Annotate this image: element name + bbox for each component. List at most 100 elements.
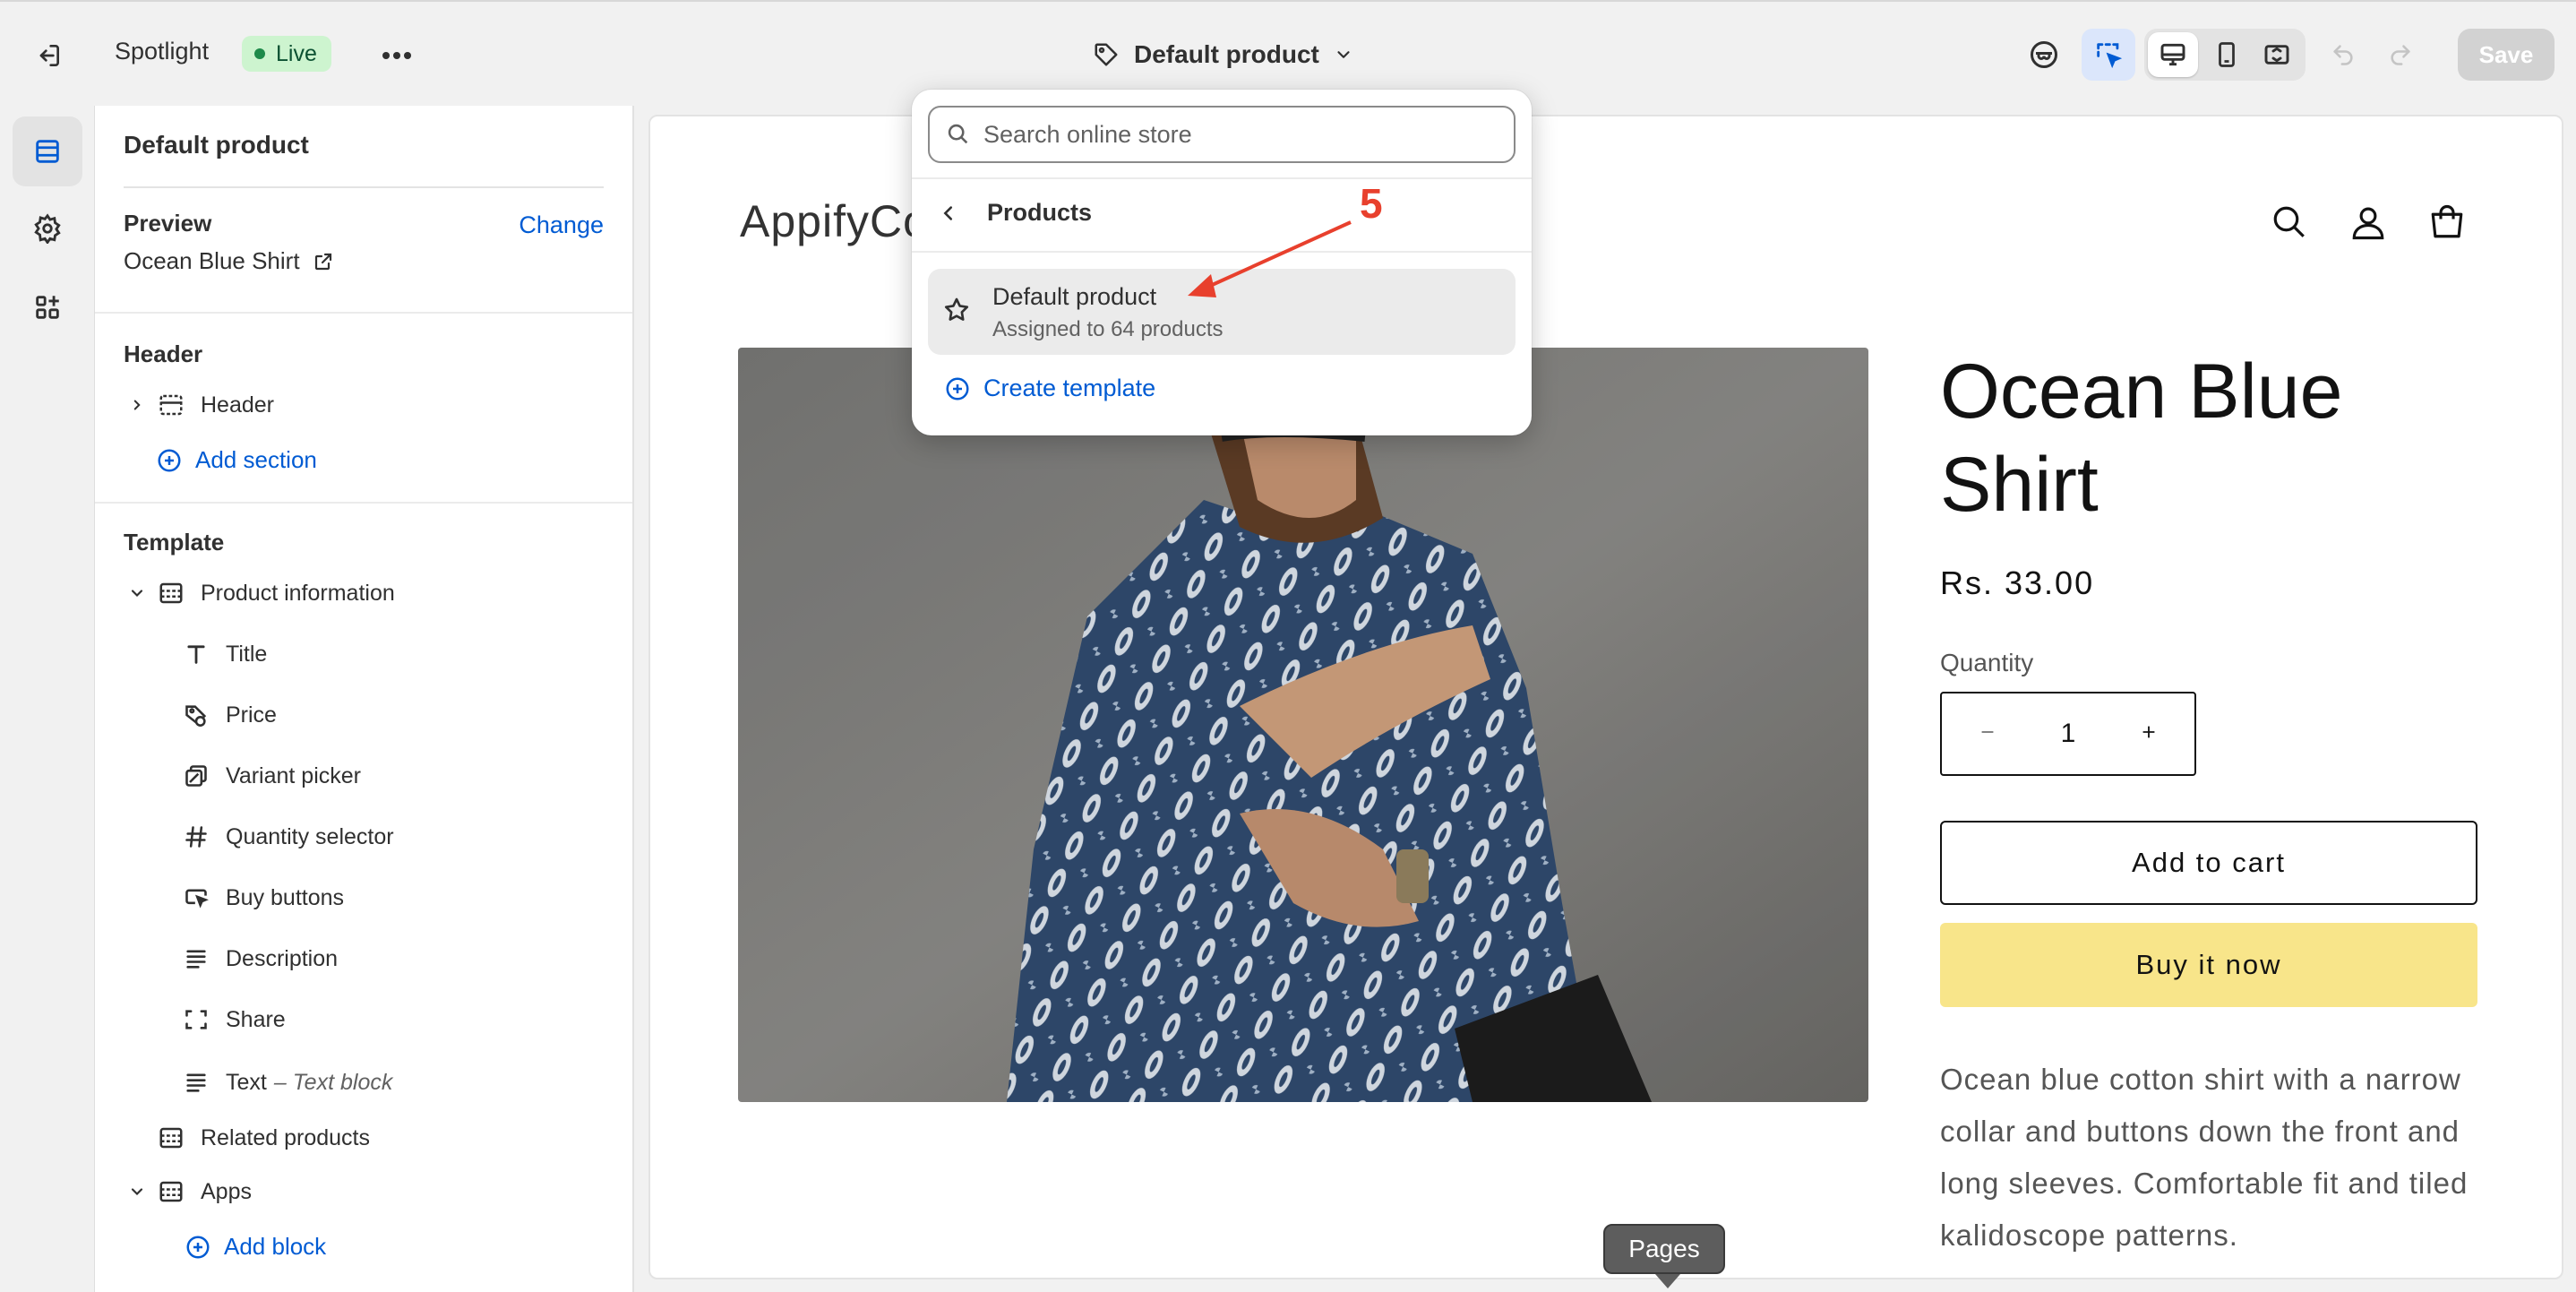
add-to-cart-button[interactable]: Add to cart bbox=[1940, 821, 2477, 905]
buy-now-button[interactable]: Buy it now bbox=[1940, 923, 2477, 1007]
pages-tooltip: Pages bbox=[1603, 1224, 1725, 1288]
sidebar-item-label: Header bbox=[201, 392, 274, 418]
create-template-label: Create template bbox=[983, 375, 1156, 401]
template-group-label: Template bbox=[124, 529, 225, 556]
more-actions-icon[interactable] bbox=[376, 36, 417, 75]
back-to-products-button[interactable]: Products bbox=[939, 199, 1092, 227]
sidebar-title: Default product bbox=[124, 131, 309, 159]
chevron-left-icon bbox=[943, 205, 953, 220]
block-item-price[interactable]: Price bbox=[181, 695, 277, 735]
sidebar-item-product-information[interactable]: Product information bbox=[125, 573, 395, 613]
chevron-down-icon[interactable] bbox=[125, 584, 149, 602]
section-icon bbox=[156, 578, 186, 608]
back-label: Products bbox=[987, 199, 1093, 226]
text-lines-icon bbox=[181, 943, 211, 974]
preview-change-link[interactable]: Change bbox=[519, 211, 604, 239]
chevron-right-icon[interactable] bbox=[125, 397, 149, 413]
block-item-label: Description bbox=[226, 945, 339, 971]
select-element-icon[interactable] bbox=[2082, 29, 2135, 81]
star-icon bbox=[942, 296, 971, 329]
block-item-text[interactable]: Text – Text block bbox=[181, 1063, 392, 1102]
live-badge: Live bbox=[242, 36, 331, 72]
block-item-title[interactable]: Title bbox=[181, 634, 267, 674]
store-logo[interactable]: AppifyCo bbox=[740, 195, 929, 247]
sections-icon[interactable] bbox=[13, 116, 82, 186]
undo-icon[interactable] bbox=[2316, 29, 2370, 81]
variant-icon bbox=[181, 761, 211, 791]
template-option-title: Default product bbox=[992, 283, 1157, 310]
cursor-button-icon bbox=[181, 883, 211, 913]
quantity-stepper: 1 bbox=[1940, 692, 2196, 776]
mobile-view-icon[interactable] bbox=[2200, 29, 2254, 81]
header-group-label: Header bbox=[124, 340, 203, 367]
divider bbox=[95, 312, 632, 314]
block-item-sublabel: – Text block bbox=[273, 1069, 393, 1095]
share-frame-icon bbox=[181, 1004, 211, 1035]
cart-icon[interactable] bbox=[2424, 199, 2470, 245]
quantity-input[interactable]: 1 bbox=[2061, 719, 2076, 749]
sidebar-item-apps[interactable]: Apps bbox=[125, 1172, 252, 1211]
add-section-button[interactable]: Add section bbox=[156, 446, 317, 474]
minus-icon[interactable] bbox=[1978, 719, 1997, 749]
quantity-label: Quantity bbox=[1940, 649, 2034, 676]
template-selector-button[interactable]: Default product bbox=[1093, 34, 1353, 75]
plus-circle-icon bbox=[186, 1236, 210, 1258]
tag-icon bbox=[1095, 43, 1118, 66]
product-image[interactable] bbox=[738, 348, 1868, 1102]
search-field[interactable]: Search online store bbox=[928, 106, 1516, 163]
preview-product-link[interactable]: Ocean Blue Shirt bbox=[124, 247, 334, 275]
block-item-buy-buttons[interactable]: Buy buttons bbox=[181, 878, 344, 917]
account-icon[interactable] bbox=[2345, 199, 2391, 245]
section-icon bbox=[156, 1123, 186, 1153]
create-template-button[interactable]: Create template bbox=[944, 375, 1155, 402]
plus-circle-icon bbox=[158, 449, 181, 471]
divider bbox=[912, 177, 1532, 179]
text-lines-icon bbox=[181, 1067, 211, 1098]
theme-settings-icon[interactable] bbox=[13, 194, 82, 263]
plus-circle-icon bbox=[946, 377, 969, 400]
template-option-subtitle: Assigned to 64 products bbox=[992, 317, 1224, 341]
fullscreen-view-icon[interactable] bbox=[2250, 29, 2304, 81]
annotation-arrow-icon bbox=[1188, 220, 1352, 297]
block-item-variant-picker[interactable]: Variant picker bbox=[181, 756, 361, 796]
preview-label: Preview bbox=[124, 210, 212, 237]
plus-icon[interactable] bbox=[2139, 719, 2159, 749]
text-t-icon bbox=[181, 639, 211, 669]
external-link-icon bbox=[314, 253, 331, 270]
product-title: Ocean Blue Shirt bbox=[1940, 349, 2343, 528]
block-item-label: Variant picker bbox=[226, 762, 361, 788]
add-block-button[interactable]: Add block bbox=[185, 1233, 326, 1261]
product-description: Ocean blue cotton shirt with a narrow co… bbox=[1940, 1063, 2469, 1252]
block-item-label: Text bbox=[226, 1069, 267, 1095]
section-icon bbox=[156, 390, 186, 420]
block-item-label: Title bbox=[226, 641, 268, 667]
block-item-description[interactable]: Description bbox=[181, 939, 338, 978]
editor-sidebar: Default product Preview Change Ocean Blu… bbox=[95, 106, 634, 1292]
sidebar-item-related-products[interactable]: Related products bbox=[156, 1118, 370, 1158]
search-icon bbox=[948, 124, 968, 144]
sidebar-item-label: Product information bbox=[201, 580, 395, 606]
left-rail bbox=[0, 106, 95, 1292]
block-item-quantity-selector[interactable]: Quantity selector bbox=[181, 817, 394, 857]
block-item-label: Price bbox=[226, 702, 277, 728]
sidebar-item-header[interactable]: Header bbox=[125, 385, 274, 425]
add-block-label: Add block bbox=[224, 1233, 327, 1260]
price-tag-icon bbox=[181, 700, 211, 730]
template-selector-label: Default product bbox=[1134, 40, 1319, 68]
block-item-share[interactable]: Share bbox=[181, 1000, 286, 1039]
accessibility-icon[interactable] bbox=[2017, 29, 2071, 81]
block-item-label: Buy buttons bbox=[226, 884, 345, 910]
exit-icon[interactable] bbox=[29, 36, 68, 75]
chevron-down-icon[interactable] bbox=[125, 1183, 149, 1201]
redo-icon[interactable] bbox=[2374, 29, 2427, 81]
hash-icon bbox=[181, 822, 211, 852]
sidebar-item-label: Apps bbox=[201, 1178, 252, 1204]
save-button[interactable]: Save bbox=[2458, 29, 2555, 81]
live-dot-icon bbox=[254, 48, 265, 59]
annotation-number: 5 bbox=[1360, 180, 1383, 227]
search-icon[interactable] bbox=[2266, 199, 2313, 245]
search-input[interactable]: Search online store bbox=[983, 121, 1192, 149]
app-embeds-icon[interactable] bbox=[13, 272, 82, 342]
desktop-view-icon[interactable] bbox=[2148, 32, 2198, 77]
theme-name: Spotlight bbox=[115, 38, 210, 65]
